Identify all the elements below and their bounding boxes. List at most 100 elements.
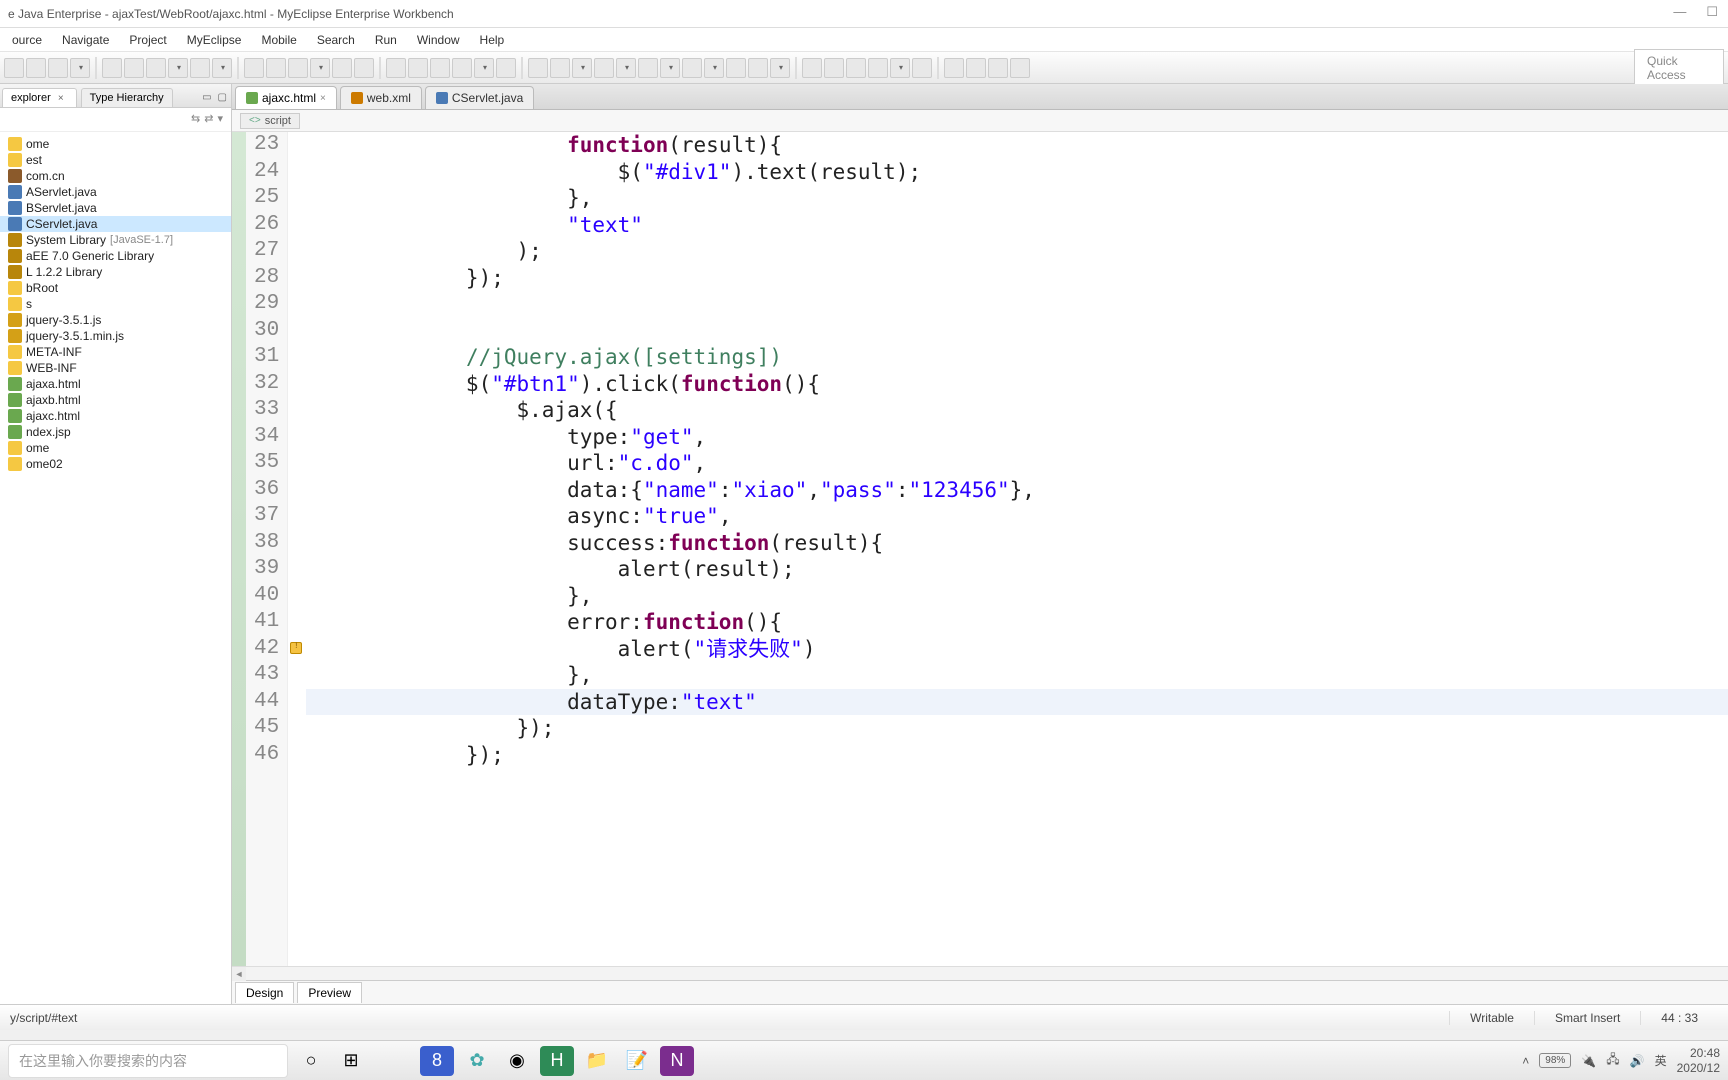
toolbar-button-24[interactable] <box>572 58 592 78</box>
toolbar-button-39[interactable] <box>912 58 932 78</box>
app-chrome-icon[interactable]: ◉ <box>500 1046 534 1076</box>
tree-item-ajaxc-html[interactable]: ajaxc.html <box>0 408 231 424</box>
tree-item-cservlet-java[interactable]: CServlet.java <box>0 216 231 232</box>
tree-item-aee-7-0-generic-library[interactable]: aEE 7.0 Generic Library <box>0 248 231 264</box>
tree-item-jquery-3-5-1-min-js[interactable]: jquery-3.5.1.min.js <box>0 328 231 344</box>
menu-myeclipse[interactable]: MyEclipse <box>179 31 250 49</box>
close-icon[interactable]: × <box>54 93 68 104</box>
toolbar-button-36[interactable] <box>846 58 866 78</box>
toolbar-button-41[interactable] <box>966 58 986 78</box>
toolbar-button-2[interactable] <box>48 58 68 78</box>
menu-help[interactable]: Help <box>472 31 513 49</box>
toolbar-button-8[interactable] <box>190 58 210 78</box>
toolbar-button-42[interactable] <box>988 58 1008 78</box>
tree-item-l-1-2-2-library[interactable]: L 1.2.2 Library <box>0 264 231 280</box>
toolbar-button-3[interactable] <box>70 58 90 78</box>
toolbar-button-12[interactable] <box>288 58 308 78</box>
toolbar-button-27[interactable] <box>638 58 658 78</box>
toolbar-button-18[interactable] <box>430 58 450 78</box>
minimize-button[interactable]: — <box>1673 4 1686 20</box>
toolbar-button-14[interactable] <box>332 58 352 78</box>
toolbar-button-38[interactable] <box>890 58 910 78</box>
tree-item-broot[interactable]: bRoot <box>0 280 231 296</box>
toolbar-button-16[interactable] <box>386 58 406 78</box>
tree-item-aservlet-java[interactable]: AServlet.java <box>0 184 231 200</box>
taskbar-clock[interactable]: 20:48 2020/12 <box>1677 1046 1720 1075</box>
toolbar-button-21[interactable] <box>496 58 516 78</box>
menu-search[interactable]: Search <box>309 31 363 49</box>
toolbar-button-6[interactable] <box>146 58 166 78</box>
ime-indicator[interactable]: 英 <box>1655 1052 1667 1069</box>
toolbar-button-26[interactable] <box>616 58 636 78</box>
code-body[interactable]: function(result){ $("#div1").text(result… <box>306 132 1728 966</box>
app-explorer-icon[interactable]: 📁 <box>580 1046 614 1076</box>
toolbar-button-1[interactable] <box>26 58 46 78</box>
network-icon[interactable]: 🖧 <box>1606 1050 1619 1071</box>
toolbar-button-33[interactable] <box>770 58 790 78</box>
app-onenote-icon[interactable]: N <box>660 1046 694 1076</box>
collapse-all-icon[interactable]: ⇆ <box>191 112 200 127</box>
code-editor[interactable]: 23 24 25 26 27 28 29 30 31 32 33 34 35 3… <box>232 132 1728 966</box>
tree-item-bservlet-java[interactable]: BServlet.java <box>0 200 231 216</box>
menu-ource[interactable]: ource <box>4 31 50 49</box>
menu-window[interactable]: Window <box>409 31 468 49</box>
app-wechat-icon[interactable]: ✿ <box>460 1046 494 1076</box>
editor-tab-web-xml[interactable]: web.xml <box>340 86 422 109</box>
tree-item-meta-inf[interactable]: META-INF <box>0 344 231 360</box>
tree-item-jquery-3-5-1-js[interactable]: jquery-3.5.1.js <box>0 312 231 328</box>
menu-mobile[interactable]: Mobile <box>253 31 304 49</box>
toolbar-button-30[interactable] <box>704 58 724 78</box>
tree-item-ome[interactable]: ome <box>0 440 231 456</box>
maximize-button[interactable]: ☐ <box>1706 4 1718 20</box>
toolbar-button-19[interactable] <box>452 58 472 78</box>
toolbar-button-35[interactable] <box>824 58 844 78</box>
toolbar-button-15[interactable] <box>354 58 374 78</box>
menu-run[interactable]: Run <box>367 31 405 49</box>
toolbar-button-22[interactable] <box>528 58 548 78</box>
menu-navigate[interactable]: Navigate <box>54 31 117 49</box>
view-menu-icon[interactable]: ▾ <box>217 112 223 127</box>
app-notepad-icon[interactable]: 📝 <box>620 1046 654 1076</box>
toolbar-button-23[interactable] <box>550 58 570 78</box>
toolbar-button-4[interactable] <box>102 58 122 78</box>
toolbar-button-17[interactable] <box>408 58 428 78</box>
bottom-tab-design[interactable]: Design <box>235 982 294 1003</box>
tree-item-s[interactable]: s <box>0 296 231 312</box>
app-myeclipse-icon[interactable]: 8 <box>420 1046 454 1076</box>
toolbar-button-20[interactable] <box>474 58 494 78</box>
toolbar-button-11[interactable] <box>266 58 286 78</box>
editor-tab-CServlet-java[interactable]: CServlet.java <box>425 86 534 109</box>
toolbar-button-0[interactable] <box>4 58 24 78</box>
toolbar-button-40[interactable] <box>944 58 964 78</box>
editor-tab-ajaxc-html[interactable]: ajaxc.html× <box>235 86 337 109</box>
toolbar-button-34[interactable] <box>802 58 822 78</box>
tab-explorer[interactable]: explorer × <box>2 88 77 107</box>
tree-item-ome02[interactable]: ome02 <box>0 456 231 472</box>
toolbar-button-29[interactable] <box>682 58 702 78</box>
cortana-icon[interactable]: ○ <box>294 1046 328 1076</box>
toolbar-button-25[interactable] <box>594 58 614 78</box>
toolbar-button-13[interactable] <box>310 58 330 78</box>
menu-project[interactable]: Project <box>121 31 174 49</box>
tree-item-com-cn[interactable]: com.cn <box>0 168 231 184</box>
quick-access-input[interactable]: Quick Access <box>1634 49 1724 87</box>
volume-icon[interactable]: 🔊 <box>1630 1054 1645 1068</box>
toolbar-button-28[interactable] <box>660 58 680 78</box>
minimize-view-icon[interactable]: ▭ <box>200 90 213 105</box>
folding-ruler[interactable] <box>232 132 246 966</box>
bottom-tab-preview[interactable]: Preview <box>297 982 362 1003</box>
close-icon[interactable]: × <box>320 93 326 104</box>
tray-chevron-icon[interactable]: ˄ <box>1522 1054 1529 1068</box>
power-icon[interactable]: 🔌 <box>1581 1054 1596 1068</box>
explorer-tree[interactable]: omeestcom.cnAServlet.javaBServlet.javaCS… <box>0 132 231 1004</box>
tree-item-ajaxa-html[interactable]: ajaxa.html <box>0 376 231 392</box>
horizontal-scrollbar[interactable]: ◄ <box>232 966 1728 980</box>
link-editor-icon[interactable]: ⇄ <box>204 112 213 127</box>
tree-item-system-library[interactable]: System Library[JavaSE-1.7] <box>0 232 231 248</box>
toolbar-button-43[interactable] <box>1010 58 1030 78</box>
tree-item-web-inf[interactable]: WEB-INF <box>0 360 231 376</box>
toolbar-button-7[interactable] <box>168 58 188 78</box>
tree-item-ajaxb-html[interactable]: ajaxb.html <box>0 392 231 408</box>
quickfix-icon[interactable]: ! <box>290 642 302 654</box>
maximize-view-icon[interactable]: ▢ <box>216 90 229 105</box>
